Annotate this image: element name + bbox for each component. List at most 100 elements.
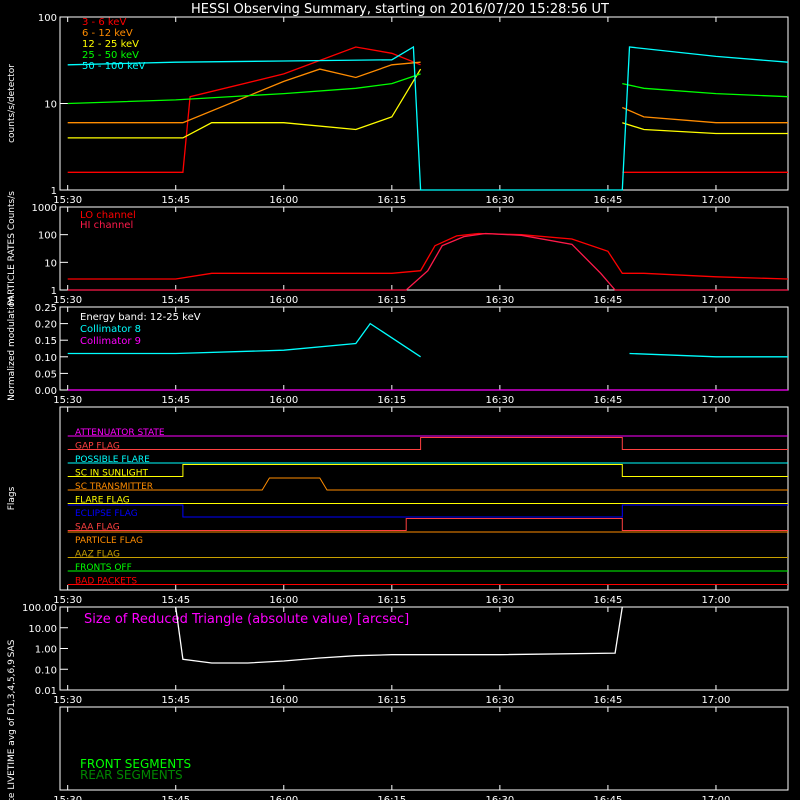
x-tick-label: 15:30: [53, 795, 82, 800]
x-tick-label: 16:00: [269, 595, 298, 606]
figure-title: HESSI Observing Summary, starting on 201…: [191, 2, 609, 17]
series-line: [67, 45, 789, 191]
series-line: [67, 68, 422, 139]
panel-flags: 15:30 15:45 16:00 16:15 16:30 16:45 17:00 Flags…: [7, 406, 789, 606]
x-tick-label: 16:45: [594, 795, 623, 800]
y-tick-label: 10.00: [28, 624, 57, 635]
x-tick-label: 16:15: [377, 295, 406, 306]
y-tick-label: 1: [51, 286, 57, 297]
y-tick-label: 1.00: [35, 645, 57, 656]
y-tick-label: 10: [44, 258, 57, 269]
y-tick-label: 100: [38, 231, 57, 242]
y-tick-label: 0.25: [35, 303, 57, 314]
flag-label: PARTICLE FLAG: [75, 536, 143, 546]
x-tick-label: 16:30: [485, 395, 514, 406]
panel-modulation: 15:30 15:45 16:00 16:15 16:30 16:45 17:00 0.00 0…: [7, 296, 789, 406]
hessi-summary-figure: HESSI Observing Summary, starting on 201…: [7, 2, 789, 800]
flag-label: SC IN SUNLIGHT: [75, 469, 149, 479]
legend-entry: Collimator 9: [80, 336, 141, 347]
x-tick-label: 15:45: [161, 695, 190, 706]
legend-entry: REAR SEGMENTS: [80, 768, 183, 782]
y-tick-label: 1: [51, 186, 57, 197]
series-line: [67, 232, 788, 291]
series-line: [67, 232, 789, 280]
panel-livetime: 15:30 15:45 16:00 16:15 16:30 16:45 17:00 Mon. …: [7, 659, 789, 800]
legend-entry: Collimator 8: [80, 324, 141, 335]
x-tick-label: 16:30: [485, 795, 514, 800]
x-tick-label: 16:00: [269, 395, 298, 406]
y-tick-label: 0.10: [35, 353, 57, 364]
flag-label: SC TRANSMITTER: [75, 482, 153, 492]
flag-label: AAZ FLAG: [75, 550, 120, 560]
series-line: [622, 82, 789, 98]
flag-trace-eclipse-flag: [67, 504, 788, 518]
y-tick-label: 0.01: [35, 686, 57, 697]
flag-trace-saa-flag: [67, 518, 788, 531]
x-tick-label: 15:30: [53, 595, 82, 606]
flag-label: GAP FLAG: [75, 442, 120, 452]
series-line: [629, 352, 788, 358]
panels: 15:30 15:45 16:00 16:15 16:30 16:45 17:0011010…: [7, 13, 789, 800]
flag-trace-gap-flag: [67, 437, 788, 450]
x-tick-label: 17:00: [702, 295, 731, 306]
flag-label: BAD PACKETS: [75, 577, 137, 587]
panel-annotation: Size of Reduced Triangle (absolute value…: [84, 612, 409, 627]
panel-annotation: Energy band: 12-25 keV: [80, 312, 201, 323]
y-axis-label: Flags: [7, 486, 17, 510]
y-tick-label: 0.15: [35, 336, 57, 347]
flag-label: ATTENUATOR STATE: [75, 428, 165, 438]
x-tick-label: 15:45: [161, 195, 190, 206]
flag-label: ECLIPSE FLAG: [75, 509, 138, 519]
x-tick-label: 17:00: [702, 395, 731, 406]
legend-entry: 3 - 6 keV: [82, 17, 126, 28]
x-tick-label: 16:15: [377, 395, 406, 406]
x-tick-label: 15:30: [53, 295, 82, 306]
x-tick-label: 16:45: [594, 295, 623, 306]
x-tick-label: 16:30: [485, 595, 514, 606]
panel-count-rates: 15:30 15:45 16:00 16:15 16:30 16:45 17:00 1 10 10…: [7, 13, 789, 206]
x-tick-label: 15:30: [53, 195, 82, 206]
y-axis-label: Normalized modulation: [7, 296, 17, 401]
x-tick-label: 17:00: [702, 195, 731, 206]
flag-label: POSSIBLE FLARE: [75, 455, 150, 465]
y-tick-label: 0.00: [35, 386, 57, 397]
x-tick-label: 16:30: [485, 695, 514, 706]
y-tick-label: 0.05: [35, 369, 57, 380]
x-tick-label: 17:00: [702, 595, 731, 606]
x-tick-label: 16:15: [377, 795, 406, 800]
panel-particle-rates: 15:30 15:45 16:00 16:15 16:30 16:45 17:00 1 10 10…: [7, 191, 789, 306]
y-tick-label: 1000: [32, 203, 57, 214]
y-tick-label: 100: [38, 13, 57, 24]
x-tick-label: 16:00: [269, 295, 298, 306]
series-line: [622, 122, 788, 135]
flag-label: FLARE FLAG: [75, 496, 130, 506]
panel-sas: 15:30 15:45 16:00 16:15 16:30 16:45 17:00 0.01 0…: [7, 603, 789, 706]
x-tick-label: 16:15: [377, 195, 406, 206]
x-tick-label: 16:15: [377, 695, 406, 706]
legend-entry: 25 - 50 keV: [82, 50, 139, 61]
panel-frame: [59, 406, 789, 591]
x-tick-label: 16:15: [377, 595, 406, 606]
x-tick-label: 15:45: [161, 795, 190, 800]
y-axis-label: SAS: [7, 639, 17, 657]
x-tick-label: 16:00: [269, 795, 298, 800]
x-tick-label: 15:45: [161, 295, 190, 306]
x-tick-label: 15:45: [161, 395, 190, 406]
y-tick-label: 0.20: [35, 320, 57, 331]
x-tick-label: 16:30: [485, 195, 514, 206]
x-tick-label: 17:00: [702, 695, 731, 706]
x-tick-label: 16:00: [269, 195, 298, 206]
x-tick-label: 17:00: [702, 795, 731, 800]
panel-frame: [59, 206, 789, 291]
x-tick-label: 16:45: [594, 195, 623, 206]
x-tick-label: 15:45: [161, 595, 190, 606]
flag-trace-sc-transmitter: [67, 477, 788, 491]
flag-trace-sc-in-sunlight: [67, 464, 788, 477]
x-tick-label: 15:30: [53, 695, 82, 706]
x-tick-label: 16:00: [269, 695, 298, 706]
panel-frame: [59, 16, 789, 191]
series-line: [622, 106, 788, 124]
flag-label: SAA FLAG: [75, 523, 120, 533]
y-axis-label: counts/s/detector: [7, 64, 17, 143]
x-tick-label: 16:30: [485, 295, 514, 306]
